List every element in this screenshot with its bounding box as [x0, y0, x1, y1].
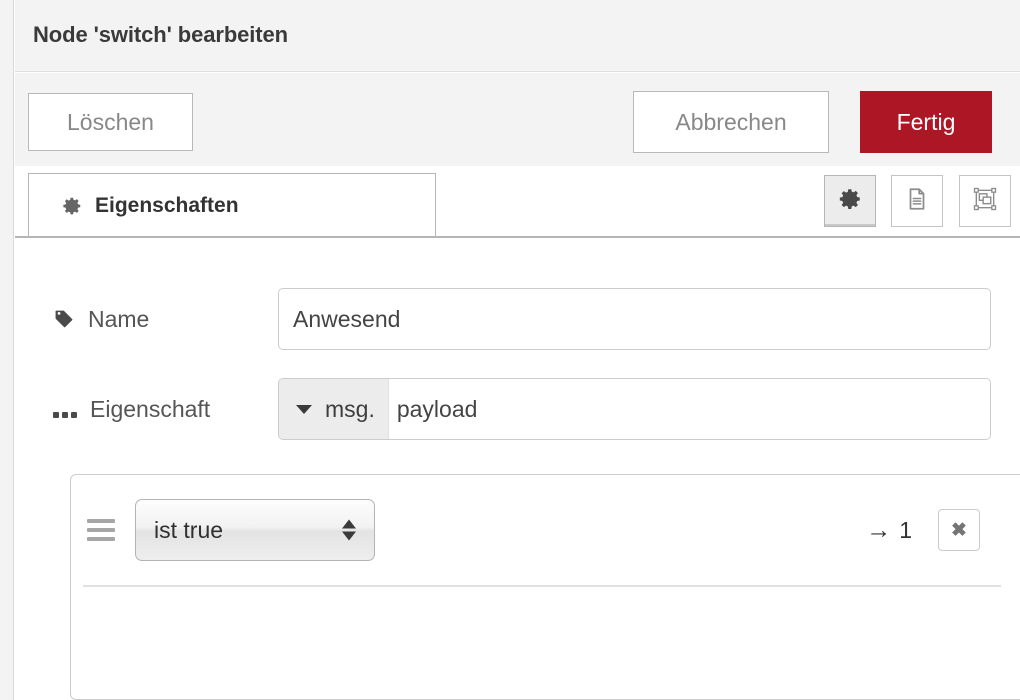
- rule-delete-button[interactable]: ✖: [938, 509, 980, 551]
- rule-row: ist true → 1 ✖: [71, 475, 1020, 587]
- property-type-select[interactable]: msg.: [279, 379, 389, 439]
- rule-divider: [83, 585, 1001, 587]
- document-icon: [904, 186, 930, 217]
- done-button[interactable]: Fertig: [860, 91, 992, 153]
- rule-output-index: 1: [899, 516, 912, 543]
- left-gutter: [0, 0, 14, 700]
- node-description-button[interactable]: [891, 175, 943, 227]
- cancel-button[interactable]: Abbrechen: [633, 91, 829, 153]
- close-icon: ✖: [951, 519, 967, 541]
- delete-button[interactable]: Löschen: [28, 93, 193, 151]
- name-input[interactable]: [278, 288, 991, 350]
- property-type-label: msg.: [325, 395, 375, 422]
- node-settings-button[interactable]: [824, 175, 876, 227]
- arrow-right-icon: →: [866, 515, 892, 544]
- form-row-property: Eigenschaft msg.: [15, 376, 1020, 442]
- tag-icon: [53, 308, 75, 330]
- rule-output: → 1: [866, 517, 912, 544]
- property-typed-input: msg.: [278, 378, 991, 440]
- property-value-input[interactable]: [388, 379, 990, 439]
- form-row-name: Name: [15, 286, 1020, 352]
- dialog-title: Node 'switch' bearbeiten: [33, 22, 289, 47]
- drag-handle-icon[interactable]: [87, 519, 115, 541]
- dialog-action-bar: Löschen Abbrechen Fertig: [15, 73, 1020, 166]
- rule-operator-select[interactable]: ist true: [135, 499, 375, 561]
- tab-bar: Eigenschaften: [15, 166, 1020, 238]
- name-label-text: Name: [88, 305, 150, 332]
- tab-eigenschaften[interactable]: Eigenschaften: [28, 173, 436, 238]
- tab-eigenschaften-label: Eigenschaften: [95, 194, 239, 217]
- properties-panel: Name Eigenschaft msg.: [15, 238, 1020, 700]
- property-label: Eigenschaft: [53, 396, 278, 423]
- node-edit-dialog: Node 'switch' bearbeiten Löschen Abbrech…: [0, 0, 1020, 700]
- dialog-titlebar: Node 'switch' bearbeiten: [15, 0, 1020, 72]
- chevron-down-icon: [296, 404, 312, 414]
- gear-icon: [837, 186, 863, 217]
- spinner-arrows-icon: [342, 519, 356, 541]
- node-appearance-button[interactable]: [959, 175, 1011, 227]
- rule-operator-label: ist true: [154, 516, 224, 543]
- appearance-icon: [972, 186, 998, 217]
- ellipsis-icon: [53, 398, 77, 421]
- property-label-text: Eigenschaft: [90, 395, 211, 422]
- name-label: Name: [53, 306, 278, 333]
- rules-container: ist true → 1 ✖: [70, 474, 1020, 700]
- gear-icon: [61, 195, 83, 217]
